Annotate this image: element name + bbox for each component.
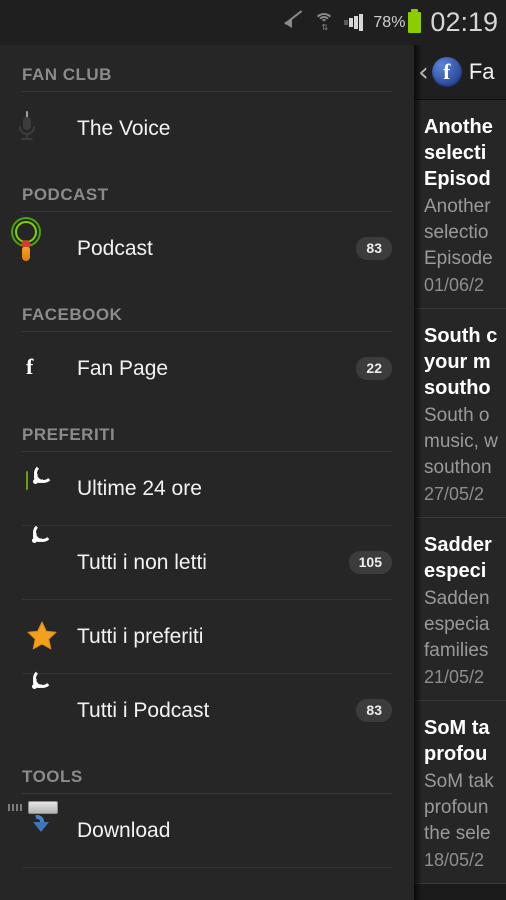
article-date: 18/05/2 bbox=[424, 850, 485, 870]
panel-header: ‹ f Fa bbox=[414, 45, 506, 100]
section-header-podcast: PODCAST bbox=[22, 185, 109, 204]
article-title: Sadder especi bbox=[424, 534, 492, 582]
battery-icon bbox=[408, 9, 422, 33]
sidebar-item-label: Download bbox=[77, 818, 171, 842]
microphone-icon bbox=[19, 110, 60, 146]
star-icon bbox=[26, 620, 60, 654]
article-snippet: SoM tak profoun the sele bbox=[424, 771, 494, 844]
article-title: Anothe selecti Episod bbox=[424, 116, 493, 190]
rss-circle-blue-icon bbox=[26, 888, 60, 900]
article-title: SoM ta profou bbox=[424, 717, 490, 765]
sidebar-item-tutti-i-preferiti[interactable]: Tutti i preferiti bbox=[0, 600, 414, 673]
facebook-icon: f bbox=[431, 57, 462, 87]
article-date: 01/06/2 bbox=[424, 275, 485, 295]
unread-badge: 22 bbox=[356, 357, 392, 380]
back-chevron-icon[interactable]: ‹ bbox=[418, 59, 429, 86]
sidebar-item-the-voice[interactable]: The Voice bbox=[0, 92, 414, 165]
sidebar-item-label: Podcast bbox=[77, 236, 153, 260]
article-date: 27/05/2 bbox=[424, 484, 485, 504]
unread-badge: 83 bbox=[356, 237, 392, 260]
unread-badge: 83 bbox=[356, 699, 392, 722]
status-bar: ⇅ 78% 02:19 bbox=[0, 0, 506, 45]
sidebar-item-label: Tutti i non letti bbox=[77, 550, 207, 574]
rss-dome-orange-icon bbox=[26, 522, 60, 580]
section-header-fan-club: FAN CLUB bbox=[22, 65, 112, 84]
unread-badge: 105 bbox=[348, 551, 392, 574]
battery-status: 78% bbox=[373, 9, 422, 33]
sidebar-item-tutti-i-non-letti[interactable]: Tutti i non letti 105 bbox=[0, 522, 414, 599]
article-snippet: South o music, w southon bbox=[424, 405, 498, 478]
download-icon bbox=[8, 800, 60, 848]
sidebar-item-label: Tutti i preferiti bbox=[77, 624, 204, 648]
sidebar-item-partial[interactable] bbox=[0, 868, 414, 900]
article-date: 21/05/2 bbox=[424, 667, 485, 687]
mute-icon bbox=[284, 9, 304, 32]
phone-screen: ⇅ 78% 02:19 ‹ f Fa Anothe selecti Episod… bbox=[0, 0, 506, 900]
rss-square-green-icon bbox=[26, 463, 60, 506]
sidebar-item-label: Tutti i Podcast bbox=[77, 698, 210, 722]
sidebar-item-label: Ultime 24 ore bbox=[77, 476, 202, 500]
sidebar-item-fan-page[interactable]: f Fan Page 22 bbox=[0, 332, 414, 405]
clock-label: 02:19 bbox=[430, 7, 498, 37]
sidebar-item-tutti-i-podcast[interactable]: Tutti i Podcast 83 bbox=[0, 668, 414, 747]
section-header-tools: TOOLS bbox=[22, 767, 83, 786]
article-snippet: Another selectio Episode bbox=[424, 196, 493, 269]
article-snippet: Sadden especia families bbox=[424, 588, 490, 661]
sidebar-item-label: Fan Page bbox=[77, 356, 169, 380]
rss-circle-blue-icon bbox=[26, 668, 60, 728]
sidebar-item-ultime-24-ore[interactable]: Ultime 24 ore bbox=[0, 452, 414, 525]
sidebar-item-podcast[interactable]: Podcast 83 bbox=[0, 212, 414, 285]
article-list-item[interactable]: SoM ta profou SoM tak profoun the sele 1… bbox=[414, 701, 506, 884]
article-list-item[interactable]: Anothe selecti Episod Another selectio E… bbox=[414, 100, 506, 309]
panel-title: Fa bbox=[468, 59, 495, 84]
section-header-preferiti: PREFERITI bbox=[22, 425, 116, 444]
navigation-drawer[interactable]: FAN CLUB The Voice PODCAST Podcast 83 FA… bbox=[0, 45, 414, 900]
article-list-panel[interactable]: ‹ f Fa Anothe selecti Episod Another sel… bbox=[414, 45, 506, 900]
facebook-icon: f bbox=[26, 353, 34, 379]
section-header-facebook: FACEBOOK bbox=[22, 305, 123, 324]
cellular-signal-icon bbox=[344, 14, 364, 32]
article-list-item[interactable]: South c your m southo South o music, w s… bbox=[414, 309, 506, 518]
sidebar-item-download[interactable]: Download bbox=[0, 794, 414, 867]
sidebar-item-label: The Voice bbox=[77, 116, 171, 140]
battery-percent-label: 78% bbox=[373, 13, 406, 31]
article-list-item[interactable]: Sadder especi Sadden especia families 21… bbox=[414, 518, 506, 701]
podcast-broadcast-icon bbox=[11, 216, 60, 266]
wifi-icon: ⇅ bbox=[313, 12, 335, 33]
article-title: South c your m southo bbox=[424, 325, 498, 399]
